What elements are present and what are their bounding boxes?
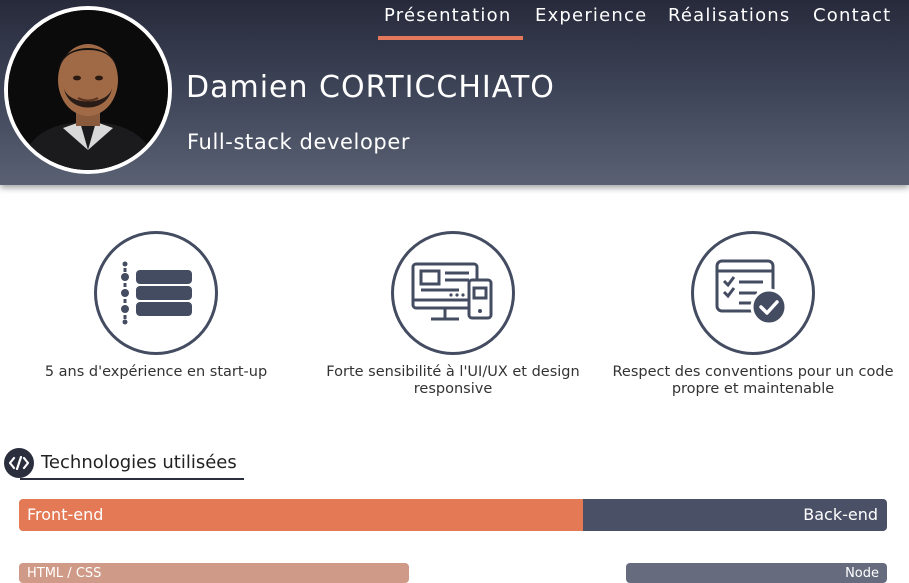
technologies-title: Technologies utilisées (41, 452, 237, 473)
profile-role: Full-stack developer (187, 130, 411, 154)
feature-caption: 5 ans d'expérience en start-up (44, 364, 268, 380)
back-skill-bar: Node (626, 563, 887, 583)
profile-name: Damien CORTICCHIATO (186, 70, 555, 105)
main-nav: Présentation Experience Réalisations Con… (0, 5, 909, 40)
list-icon (121, 261, 192, 325)
nav-item-realisations[interactable]: Réalisations (668, 5, 790, 27)
feature-icon-circle (94, 231, 218, 355)
code-icon (4, 448, 34, 478)
feature-clean-code: Respect des conventions pour un code pro… (603, 231, 903, 398)
nav-item-presentation[interactable]: Présentation (384, 5, 511, 27)
feature-icon-circle (691, 231, 815, 355)
feature-icon-circle (391, 231, 515, 355)
front-end-bar: Front-end (19, 499, 583, 531)
back-end-bar: Back-end (583, 499, 887, 531)
checklist-approved-icon (715, 259, 788, 326)
feature-ui-ux: Forte sensibilité à l'UI/UX et design re… (303, 231, 603, 398)
responsive-devices-icon (411, 262, 493, 321)
feature-caption: Forte sensibilité à l'UI/UX et design re… (326, 364, 580, 397)
technologies-underline (20, 478, 244, 480)
nav-item-contact[interactable]: Contact (813, 5, 891, 27)
header-banner: Damien CORTICCHIATO Full-stack developer… (0, 0, 909, 185)
front-skill-bar: HTML / CSS (19, 563, 409, 583)
nav-item-experience[interactable]: Experience (535, 5, 647, 27)
feature-experience: 5 ans d'expérience en start-up (6, 231, 306, 381)
feature-caption: Respect des conventions pour un code pro… (612, 364, 894, 397)
nav-active-indicator (378, 36, 523, 40)
